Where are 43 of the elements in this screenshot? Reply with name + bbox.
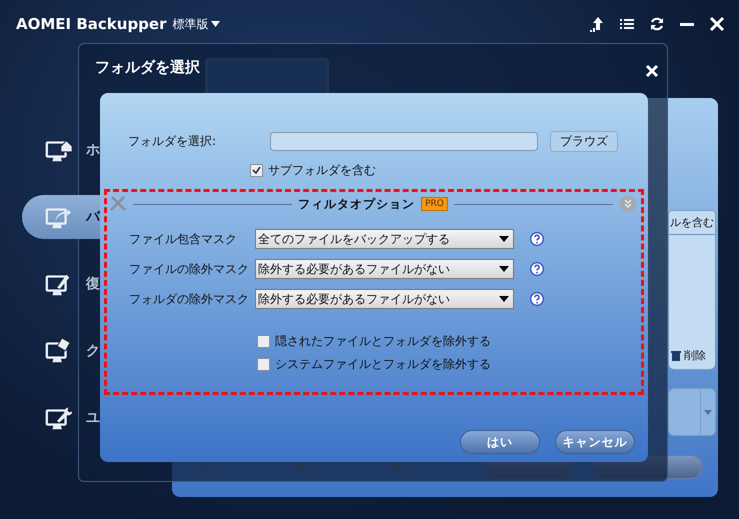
mask-dropdown[interactable]: 除外する必要があるファイルがない xyxy=(255,259,514,279)
exclude-checkbox[interactable]: 隠されたファイルとフォルダを除外する xyxy=(257,333,637,350)
caret-icon xyxy=(700,390,715,434)
upload-icon[interactable] xyxy=(589,16,605,32)
browse-button[interactable]: ブラウズ xyxy=(550,131,618,152)
dialog-button[interactable]: はい xyxy=(460,430,540,454)
sidebar-item[interactable]: ク xyxy=(22,329,122,373)
help-icon[interactable] xyxy=(530,292,544,306)
folder-label: フォルダを選択: xyxy=(128,133,216,150)
caret-icon xyxy=(499,266,509,272)
app-title: AOMEI Backupper xyxy=(16,15,166,33)
sidebar-item[interactable]: ユ xyxy=(22,396,122,440)
checkbox[interactable] xyxy=(250,164,263,177)
dialog-title: フォルダを選択 xyxy=(95,58,200,77)
mask-label: ファイルの除外マスク xyxy=(129,260,250,278)
trash-icon xyxy=(671,350,681,361)
caret-icon xyxy=(211,21,220,27)
column-header: ルを含む xyxy=(669,211,715,235)
mask-label: ファイル包含マスク xyxy=(129,230,238,248)
edition-dropdown[interactable]: 標準版 xyxy=(172,16,220,32)
exclude-checkbox[interactable]: システムファイルとフォルダを除外する xyxy=(257,356,637,373)
mask-label: フォルダの除外マスク xyxy=(129,290,250,308)
delete-button[interactable]: 削除 xyxy=(669,342,715,369)
filter-title: フィルタオプション xyxy=(298,196,416,212)
mask-dropdown[interactable]: 全てのファイルをバックアップする xyxy=(255,229,514,249)
sidebar-item[interactable]: 復 xyxy=(22,262,122,306)
help-icon[interactable] xyxy=(530,262,544,276)
close-icon[interactable] xyxy=(709,16,725,32)
tools-icon xyxy=(109,195,127,213)
close-icon[interactable] xyxy=(645,64,659,78)
mask-dropdown[interactable]: 除外する必要があるファイルがない xyxy=(255,289,514,309)
checkbox[interactable] xyxy=(257,335,270,348)
menu-icon[interactable] xyxy=(619,16,635,32)
checkbox[interactable] xyxy=(257,358,270,371)
sidebar-item[interactable]: ホ xyxy=(22,128,122,172)
subfolder-checkbox[interactable]: サブフォルダを含む xyxy=(250,162,376,179)
help-icon[interactable] xyxy=(530,232,544,246)
caret-icon xyxy=(499,296,509,302)
pro-badge: PRO xyxy=(421,197,448,211)
refresh-icon[interactable] xyxy=(649,16,665,32)
path-field[interactable] xyxy=(270,132,538,151)
caret-icon xyxy=(499,236,509,242)
check-icon xyxy=(252,166,261,175)
